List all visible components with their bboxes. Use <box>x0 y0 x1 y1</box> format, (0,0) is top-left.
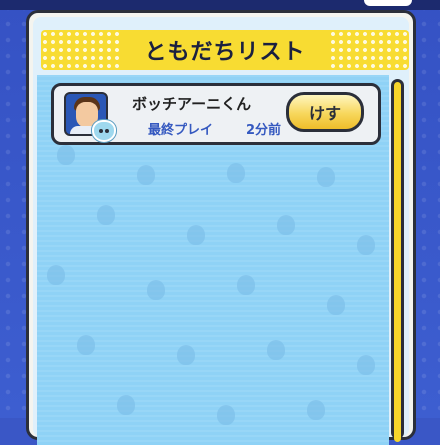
delete-friend-button[interactable]: けす <box>286 92 364 132</box>
bg-watermark <box>327 295 345 315</box>
bg-watermark <box>57 145 75 165</box>
bg-watermark <box>117 395 135 415</box>
bg-watermark <box>357 235 375 255</box>
bg-watermark <box>237 275 255 295</box>
last-play-label: 最終プレイ <box>148 123 214 138</box>
panel-inner: ともだちリスト ボッチアーニくん 最終プレイ 2分前 けす <box>33 17 409 445</box>
friend-name: ボッチアーニくん <box>132 95 252 113</box>
bg-watermark <box>307 400 325 420</box>
bg-watermark <box>147 280 165 300</box>
scrollbar[interactable] <box>391 79 404 442</box>
friend-list-panel: ともだちリスト ボッチアーニくん 最終プレイ 2分前 けす <box>26 10 416 445</box>
bg-watermark <box>217 405 235 425</box>
bg-watermark <box>267 340 285 360</box>
bg-watermark <box>137 165 155 185</box>
page-title: ともだちリスト <box>144 40 306 65</box>
yokai-medal-icon <box>92 120 116 142</box>
bg-watermark <box>177 345 195 365</box>
bg-watermark <box>77 335 95 355</box>
bg-watermark <box>187 225 205 245</box>
bg-watermark <box>277 215 295 235</box>
friend-row[interactable]: ボッチアーニくん 最終プレイ 2分前 けす <box>51 83 381 145</box>
bg-watermark <box>317 167 335 187</box>
top-pill <box>364 0 412 6</box>
bg-watermark <box>227 163 245 183</box>
bg-watermark <box>357 355 375 375</box>
top-status-strip <box>0 0 440 10</box>
bg-watermark <box>97 205 115 225</box>
scrollbar-thumb[interactable] <box>394 82 401 442</box>
title-banner: ともだちリスト <box>41 30 409 70</box>
last-play-time: 2分前 <box>246 123 282 138</box>
bg-watermark <box>47 265 65 285</box>
